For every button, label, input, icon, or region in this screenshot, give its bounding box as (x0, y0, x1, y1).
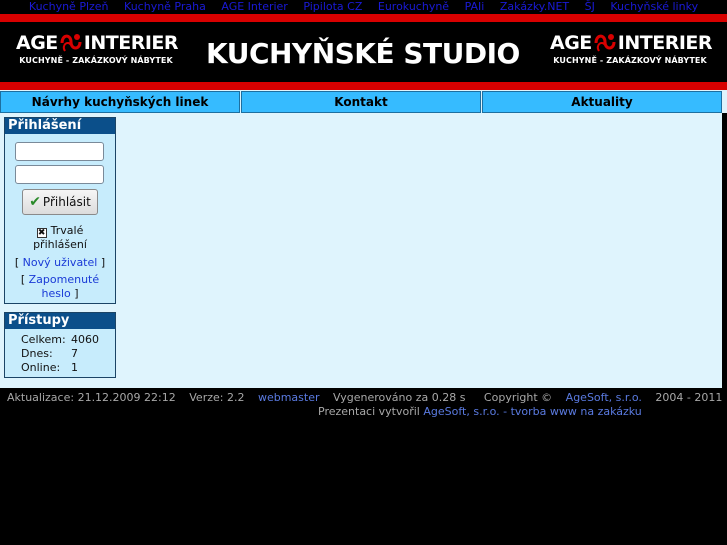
main-nav: Návrhy kuchyňských linek Kontakt Aktuali… (0, 90, 727, 113)
top-link-kuchynske-linky[interactable]: Kuchyňské linky (610, 0, 698, 13)
logo-suffix: INTERIER (617, 32, 713, 54)
visits-row-today: Dnes: 7 (21, 347, 78, 360)
forgot-password-link-1[interactable]: Zapomenuté (29, 273, 100, 286)
top-link-kuchyne-plzen[interactable]: Kuchyně Plzeň (29, 0, 109, 13)
nav-kitchen-designs[interactable]: Návrhy kuchyňských linek (0, 91, 240, 113)
nav-contact[interactable]: Kontakt (241, 91, 481, 113)
remember-label-2: přihlášení (33, 238, 87, 251)
visits-row-online: Online: 1 (21, 361, 78, 374)
footer-updated: Aktualizace: 21.12.2009 22:12 (7, 391, 176, 404)
login-panel: Přihlášení ✔ Přihlásit ✖ Trvalé přihlášení… (4, 117, 116, 304)
footer-webmaster-link[interactable]: webmaster (258, 391, 320, 404)
footer-line-2: Prezentaci vytvořil AgeSoft, s.r.o. - tv… (318, 405, 642, 418)
top-link-eurokuchyne[interactable]: Eurokuchyně (378, 0, 449, 13)
top-red-bar (0, 14, 727, 22)
logo-right[interactable]: AGE INTERIER KUCHYNĚ - ZAKÁZKOVÝ NÁBYTEK (550, 31, 713, 67)
logo-suffix: INTERIER (83, 32, 179, 54)
password-input[interactable] (15, 165, 104, 184)
top-link-pipilota[interactable]: Pipilota CZ (303, 0, 362, 13)
footer-copyright: Copyright © AgeSoft, s.r.o. 2004 - 2011 (483, 391, 723, 404)
footer-presented-link[interactable]: AgeSoft, s.r.o. - tvorba www na zakázku (423, 405, 641, 418)
new-user-link[interactable]: Nový uživatel (23, 256, 98, 269)
visits-panel-title: Přístupy (5, 313, 115, 329)
logo-prefix: AGE (550, 32, 592, 54)
banner: AGE INTERIER KUCHYNĚ - ZAKÁZKOVÝ NÁBYTEK … (0, 22, 727, 82)
main-content: Přihlášení ✔ Přihlásit ✖ Trvalé přihlášení… (0, 113, 722, 388)
logo-subtitle: KUCHYNĚ - ZAKÁZKOVÝ NÁBYTEK (553, 56, 707, 65)
banner-title: KUCHYŇSKÉ STUDIO (206, 37, 520, 70)
visits-row-total: Celkem: 4060 (21, 333, 99, 346)
visits-panel: Přístupy Celkem: 4060 Dnes: 7 Online: 1 (4, 312, 116, 378)
logo-left[interactable]: AGE INTERIER KUCHYNĚ - ZAKÁZKOVÝ NÁBYTEK (16, 31, 179, 67)
logo-prefix: AGE (16, 32, 58, 54)
top-link-zakazky[interactable]: Zakázky.NET (500, 0, 569, 13)
forgot-password-link-2[interactable]: heslo (41, 287, 70, 300)
footer-agesoft-link[interactable]: AgeSoft, s.r.o. (566, 391, 642, 404)
footer-generated: Vygenerováno za 0.28 s (333, 391, 466, 404)
top-links-bar: Kuchyně Plzeň Kuchyně Praha AGE Interier… (0, 0, 727, 14)
top-link-kuchyne-praha[interactable]: Kuchyně Praha (124, 0, 206, 13)
footer-line-1: Aktualizace: 21.12.2009 22:12 Verze: 2.2… (0, 391, 727, 405)
login-button[interactable]: ✔ Přihlásit (22, 189, 98, 215)
top-link-paii[interactable]: PAIi (465, 0, 485, 13)
login-button-label: Přihlásit (42, 195, 91, 209)
logo-subtitle: KUCHYNĚ - ZAKÁZKOVÝ NÁBYTEK (19, 56, 173, 65)
remember-label-1: Trvalé (50, 224, 84, 237)
footer-version: Verze: 2.2 (189, 391, 245, 404)
bottom-red-bar (0, 82, 727, 90)
swirl-logo-icon (60, 34, 82, 52)
login-panel-title: Přihlášení (5, 118, 115, 134)
checkmark-icon: ✔ (29, 194, 41, 210)
swirl-logo-icon (594, 34, 616, 52)
top-link-sj[interactable]: ŠJ (585, 0, 595, 13)
top-link-age-interier[interactable]: AGE Interier (221, 0, 287, 13)
nav-news[interactable]: Aktuality (482, 91, 722, 113)
username-input[interactable] (15, 142, 104, 161)
remember-checkbox[interactable]: ✖ (36, 228, 47, 238)
